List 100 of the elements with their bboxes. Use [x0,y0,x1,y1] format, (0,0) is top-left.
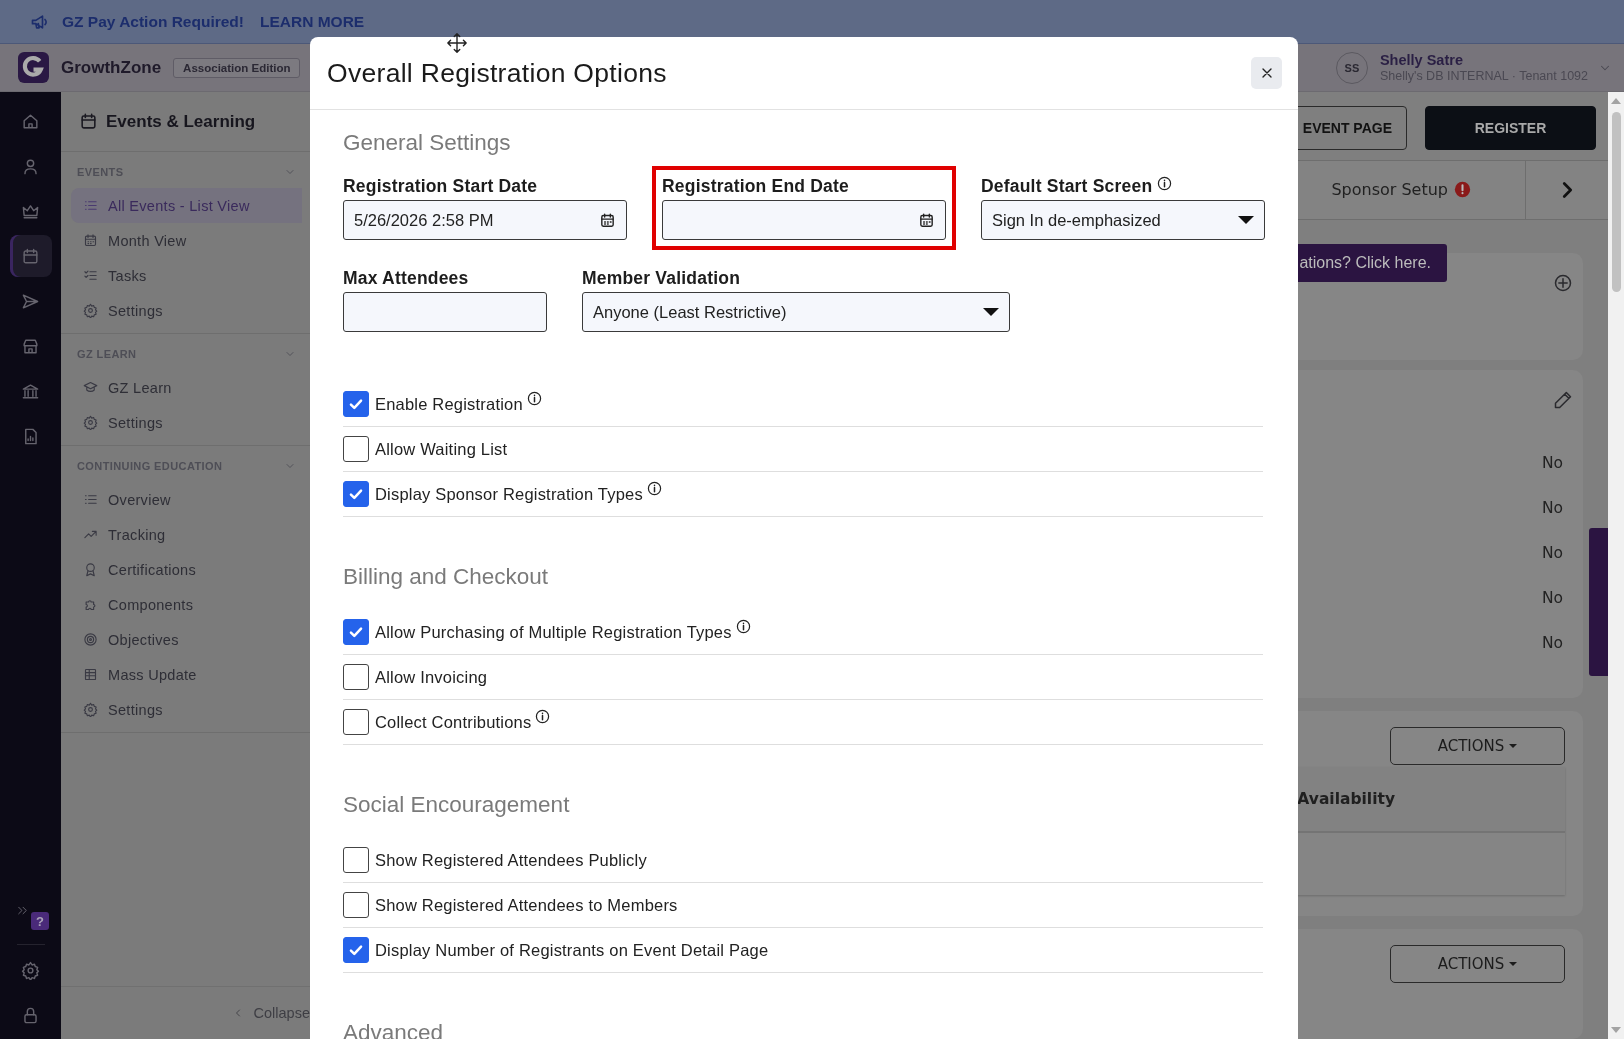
calendar-icon [21,246,40,266]
sidebar-item[interactable]: Tracking [71,517,302,552]
checkbox[interactable] [343,937,369,963]
checkbox[interactable] [343,709,369,735]
caret-icon [1509,743,1518,748]
settings-icon [83,415,98,430]
checkbox-label: Display Sponsor Registration Types [375,484,643,504]
tab[interactable]: Sponsor Setup [1331,161,1525,219]
scroll-thumb[interactable] [1611,112,1621,292]
sidebar-item[interactable]: Overview [71,482,302,517]
sidebar-item[interactable]: All Events - List View [71,188,302,223]
dialog-title: Overall Registration Options [327,57,667,89]
checkbox-label: Enable Registration [375,394,523,414]
caret-icon [1509,961,1518,966]
list-icon [83,492,98,507]
date-field[interactable] [662,200,946,240]
sidebar-item[interactable]: Mass Update [71,657,302,692]
checkbox-label: Show Registered Attendees Publicly [375,850,647,870]
graduation-cap-icon [83,380,98,395]
logo-icon [18,52,49,83]
settings-icon [83,303,98,318]
dropdown[interactable]: Anyone (Least Restrictive) [582,292,1010,332]
field-label: Max Attendees [343,268,469,289]
sidebar-item[interactable]: Components [71,587,302,622]
list-icon [83,198,98,213]
sidebar-item[interactable]: Month View [71,223,302,258]
section-heading: Billing and Checkout [343,564,550,590]
checkbox[interactable] [343,436,369,462]
sidebar-item[interactable]: Tasks [71,258,302,293]
close-button[interactable] [1251,57,1282,89]
ribbon-icon [83,562,98,577]
checkbox-label: Display Number of Registrants on Event Detail Page [375,940,769,960]
checkbox-label: Allow Waiting List [375,439,508,459]
checkbox[interactable] [343,391,369,417]
scroll-down-icon[interactable] [1611,1027,1621,1033]
checkbox[interactable] [343,664,369,690]
user-name: Shelly Satre [1379,52,1464,68]
checkbox-label: Collect Contributions [375,712,532,732]
field-label: Registration Start Date [343,176,538,197]
edit-icon [1553,389,1573,410]
actions-button[interactable]: ACTIONS [1390,944,1565,983]
checkbox-label: Allow Purchasing of Multiple Registration Types [375,622,732,642]
actions-button[interactable]: ACTIONS [1390,726,1565,765]
field-value: No [1541,632,1563,654]
checkbox[interactable] [343,619,369,645]
field-value: No [1541,497,1563,519]
field-label: Member Validation [582,268,741,289]
dropdown-arrow-icon [983,308,999,316]
expand-icon [16,904,29,917]
lock-icon [21,1005,40,1025]
person-icon [21,156,40,176]
checkbox-label: Allow Invoicing [375,667,488,687]
input-field[interactable] [343,292,547,332]
move-cursor-icon [446,32,468,54]
calendar-icon [599,211,616,229]
field-label: Registration End Date [662,176,849,197]
dropdown-arrow-icon [1238,216,1254,224]
nav-rail-button[interactable] [9,235,52,277]
sidebar-item[interactable]: Settings [71,692,302,727]
sidebar-item[interactable]: Objectives [71,622,302,657]
scrollbar[interactable] [1608,92,1624,1039]
register-button[interactable]: REGISTER [1425,106,1596,150]
field-value: No [1541,452,1563,474]
sidebar-item[interactable]: Settings [71,293,302,328]
field-label: Default Start Screen [981,176,1153,197]
add-icon [1553,272,1573,293]
target-icon [83,632,98,647]
field-value: No [1541,587,1563,609]
checklist-icon [83,268,98,283]
date-field[interactable]: 5/26/2026 2:58 PM [343,200,627,240]
calendar-icon [83,233,98,248]
app-name: GrowthZone [61,57,162,78]
calendar-icon [79,112,98,131]
checkbox-label: Show Registered Attendees to Members [375,895,678,915]
help-badge[interactable]: ? [31,912,49,930]
settings-icon [83,702,98,717]
checkbox[interactable] [343,481,369,507]
settings-icon [21,960,40,980]
scroll-up-icon[interactable] [1611,98,1621,104]
puzzle-icon [83,597,98,612]
checkbox[interactable] [343,892,369,918]
sidebar-item[interactable]: GZ Learn [71,370,302,405]
home-icon [21,111,40,131]
table-icon [83,667,98,682]
bank-icon [21,381,40,401]
announcement-text: GZ Pay Action Required! [62,12,244,31]
store-icon [21,336,40,356]
field-value: No [1541,542,1563,564]
send-icon [21,291,40,311]
checkbox[interactable] [343,847,369,873]
sidebar-item[interactable]: Settings [71,405,302,440]
sidebar-title: Events & Learning [106,111,256,132]
dropdown[interactable]: Sign In de-emphasized [981,200,1265,240]
learn-more-link[interactable]: LEARN MORE [260,12,365,31]
section-heading: General Settings [343,130,512,156]
sidebar-item[interactable]: Certifications [71,552,302,587]
calendar-icon [918,211,935,229]
collapse-link[interactable]: Collapse [231,1005,310,1021]
section-heading: Social Encouragement [343,792,571,818]
edition-badge: Association Edition [173,57,301,78]
